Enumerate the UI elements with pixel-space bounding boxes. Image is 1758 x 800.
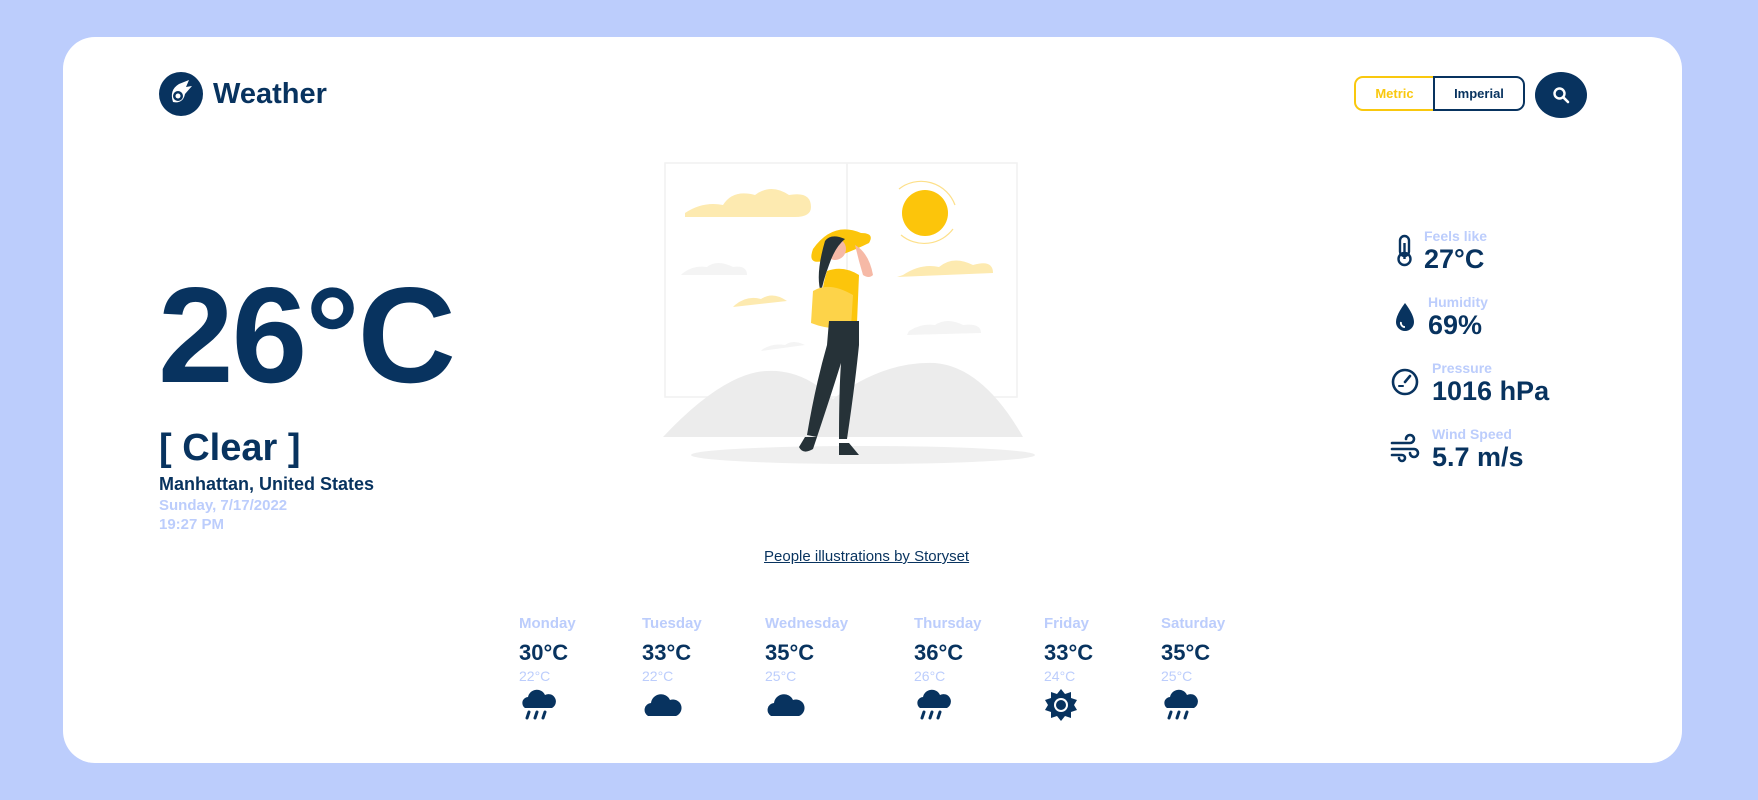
forecast-low: 22°C <box>519 668 551 684</box>
wind-icon <box>1390 433 1420 463</box>
forecast-day-monday: Monday 30°C 22°C <box>519 615 576 727</box>
forecast-high: 30°C <box>519 640 569 665</box>
forecast-high: 36°C <box>914 640 964 665</box>
forecast-day-name: Friday <box>1044 615 1090 632</box>
rain-cloud-icon <box>1164 689 1198 720</box>
forecast-day-name: Saturday <box>1161 615 1226 632</box>
imperial-button[interactable]: Imperial <box>1433 76 1525 111</box>
current-temperature: 26°C <box>158 259 456 411</box>
detail-wind-speed: Wind Speed 5.7 m/s <box>1390 427 1524 473</box>
forecast-day-name: Thursday <box>914 615 982 632</box>
forecast-high: 33°C <box>642 640 692 665</box>
detail-label: Wind Speed <box>1432 426 1512 442</box>
cloud-icon <box>644 694 682 716</box>
forecast-low: 25°C <box>1161 668 1193 684</box>
app-title: Weather <box>213 77 327 110</box>
detail-value: 5.7 m/s <box>1432 442 1524 472</box>
forecast-low: 24°C <box>1044 668 1076 684</box>
detail-humidity: Humidity 69% <box>1390 295 1488 341</box>
forecast-day-name: Wednesday <box>765 615 849 632</box>
droplet-icon <box>1396 303 1414 331</box>
forecast-low: 22°C <box>642 668 674 684</box>
detail-feels-like: Feels like 27°C <box>1390 229 1487 275</box>
rain-cloud-icon <box>917 689 951 720</box>
forecast-low: 26°C <box>914 668 946 684</box>
weather-condition: [ Clear ] <box>159 427 301 469</box>
unit-toggle: Metric Imperial <box>1354 76 1525 111</box>
detail-label: Humidity <box>1428 294 1488 310</box>
gauge-icon <box>1391 368 1419 396</box>
forecast-day-name: Tuesday <box>642 615 702 632</box>
illustration-credit-link[interactable]: People illustrations by Storyset <box>764 548 969 565</box>
search-icon <box>1553 87 1570 104</box>
detail-pressure: Pressure 1016 hPa <box>1390 361 1549 407</box>
forecast-high: 35°C <box>765 640 815 665</box>
thermometer-icon <box>1397 234 1412 267</box>
detail-label: Feels like <box>1424 228 1488 244</box>
location: Manhattan, United States <box>159 474 375 494</box>
forecast-high: 35°C <box>1161 640 1211 665</box>
forecast-high: 33°C <box>1044 640 1094 665</box>
weather-card: Weather Metric Imperial 26°C [ Clear ] M… <box>63 37 1682 763</box>
detail-value: 1016 hPa <box>1432 376 1550 406</box>
metric-button[interactable]: Metric <box>1354 76 1433 111</box>
cloud-icon <box>767 694 805 716</box>
sun-icon <box>1045 689 1077 721</box>
forecast-day-saturday: Saturday 35°C 25°C <box>1161 615 1225 727</box>
detail-value: 27°C <box>1424 244 1485 274</box>
logo-icon <box>159 72 203 116</box>
forecast-day-name: Monday <box>519 615 576 632</box>
current-date: Sunday, 7/17/2022 <box>159 497 288 514</box>
weather-illustration <box>663 125 1083 465</box>
rain-cloud-icon <box>522 689 556 720</box>
forecast-day-friday: Friday 33°C 24°C <box>1044 615 1093 727</box>
detail-value: 69% <box>1428 310 1483 340</box>
search-button[interactable] <box>1535 72 1587 118</box>
forecast-low: 25°C <box>765 668 797 684</box>
forecast-day-thursday: Thursday 36°C 26°C <box>914 615 982 727</box>
detail-label: Pressure <box>1432 360 1492 376</box>
current-time: 19:27 PM <box>159 516 225 533</box>
forecast-day-tuesday: Tuesday 33°C 22°C <box>642 615 702 727</box>
app-logo: Weather <box>159 72 327 116</box>
forecast-day-wednesday: Wednesday 35°C 25°C <box>765 615 848 727</box>
